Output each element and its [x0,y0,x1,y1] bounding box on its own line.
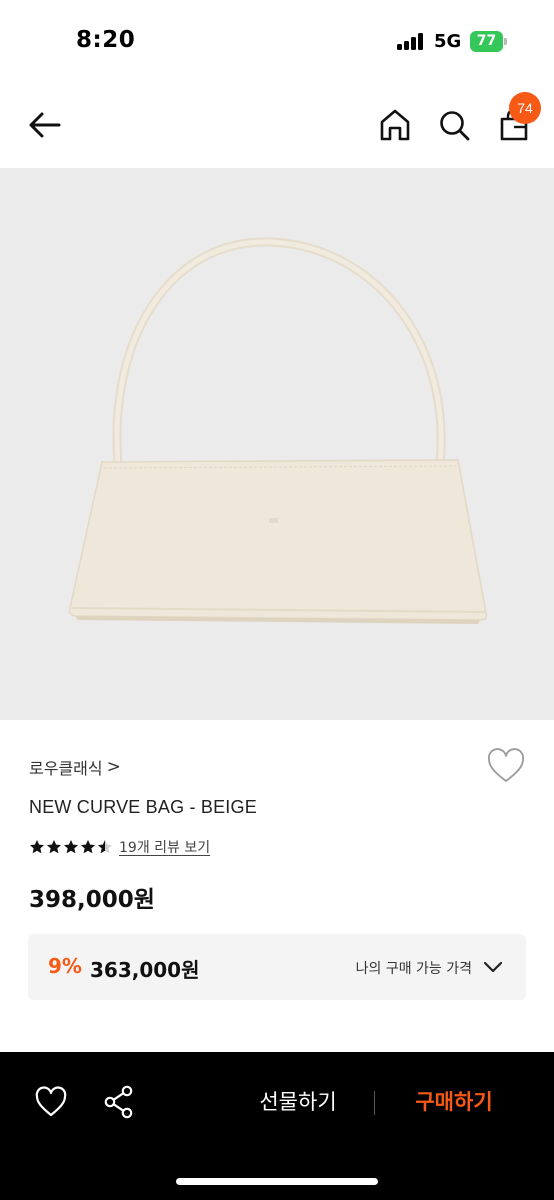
discounted-price: 363,000원 [90,958,200,982]
wishlist-button[interactable] [486,748,526,786]
battery-level: 77 [476,33,497,49]
status-bar: 8:20 5G 77 [0,0,554,84]
brand-link[interactable]: 로우클래식 > [29,755,121,779]
bottom-action-bar: 선물하기 구매하기 [0,1052,554,1200]
search-button[interactable] [436,106,472,144]
divider [374,1091,375,1115]
heart-icon [35,1086,67,1117]
buy-button[interactable]: 구매하기 [394,1082,514,1122]
brand-name: 로우클래식 [29,759,103,778]
rating-row: 19개 리뷰 보기 [29,836,210,858]
star-icon [30,840,44,854]
network-type: 5G [434,31,462,52]
share-icon [104,1085,133,1119]
home-button[interactable] [377,106,413,144]
purchasable-price-box[interactable]: 9% 363,000원 나의 구매 가능 가격 [28,934,526,1000]
back-button[interactable] [26,106,64,144]
star-rating [29,839,113,855]
bottom-wishlist-button[interactable] [34,1086,68,1120]
chevron-down-icon [483,961,503,973]
bag-illustration [68,237,488,624]
top-nav: 74 [0,84,554,168]
chevron-right-icon: > [106,757,121,777]
review-link[interactable]: 19개 리뷰 보기 [119,837,210,857]
search-icon [440,111,470,141]
original-price: 398,000원 [29,887,155,913]
battery-icon: 77 [470,31,507,52]
product-name: NEW CURVE BAG - BEIGE [29,797,257,817]
arrow-left-icon [29,112,61,138]
purchasable-price-label: 나의 구매 가능 가격 [355,961,472,977]
signal-strength-icon [397,33,427,50]
heart-icon [487,748,525,782]
share-button[interactable] [102,1084,136,1120]
home-indicator [176,1178,378,1185]
star-icon [81,840,95,854]
discount-rate: 9% [48,954,82,978]
star-icon [47,840,61,854]
product-image[interactable] [0,168,554,720]
gift-button[interactable]: 선물하기 [238,1082,358,1122]
cart-count-badge: 74 [509,92,541,124]
star-icon [64,840,78,854]
star-icon [98,840,112,854]
home-icon [380,109,410,141]
status-time: 8:20 [76,27,136,53]
